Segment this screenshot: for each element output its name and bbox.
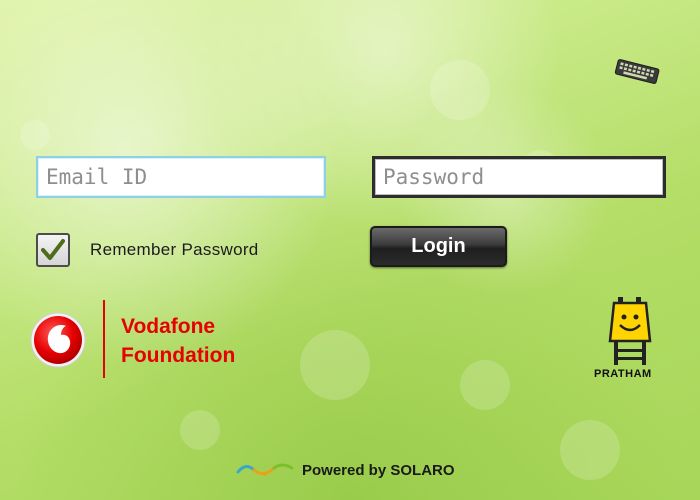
keyboard-icon[interactable] [612, 58, 662, 86]
password-field[interactable] [372, 156, 666, 198]
login-button[interactable]: Login [370, 226, 507, 267]
vodafone-label: Vodafone [121, 315, 216, 338]
solaro-logo [236, 460, 294, 478]
vodafone-foundation-label: Vodafone Foundation [121, 312, 235, 370]
vodafone-divider [103, 300, 105, 378]
powered-by-label: Powered by SOLARO [302, 462, 455, 479]
remember-password-label: Remember Password [90, 240, 259, 259]
check-icon [41, 239, 65, 260]
foundation-label: Foundation [121, 344, 236, 367]
pratham-logo [606, 297, 654, 367]
remember-password-checkbox[interactable] [36, 233, 70, 267]
email-field[interactable] [36, 156, 326, 198]
pratham-label: PRATHAM [594, 368, 652, 380]
vodafone-logo [30, 312, 86, 368]
